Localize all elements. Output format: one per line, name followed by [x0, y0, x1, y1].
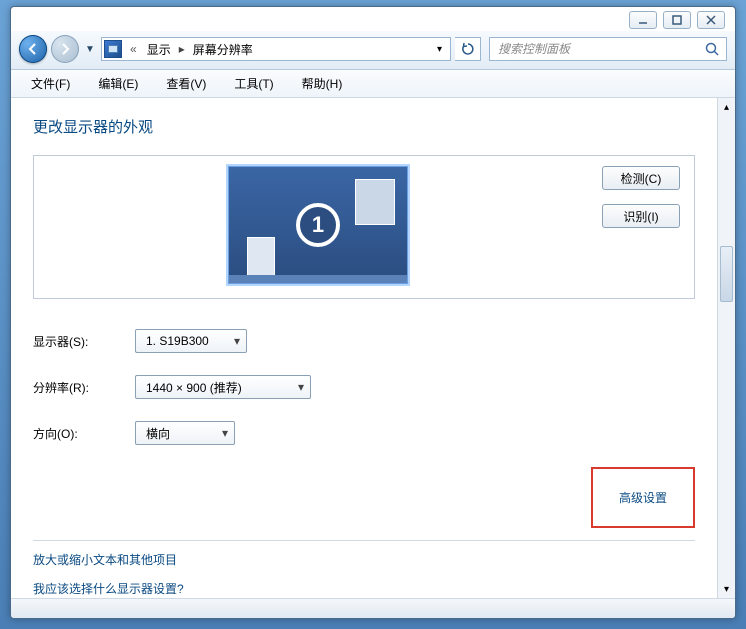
- chevron-right-icon[interactable]: ▸: [175, 42, 189, 56]
- display-label: 显示器(S):: [33, 333, 135, 350]
- monitor-1-preview[interactable]: 1: [228, 166, 408, 284]
- search-icon[interactable]: [704, 41, 720, 57]
- back-button[interactable]: [19, 35, 47, 63]
- maximize-button[interactable]: [663, 11, 691, 29]
- zoom-text-link[interactable]: 放大或缩小文本和其他项目: [33, 551, 695, 568]
- chevron-down-icon: ▾: [298, 380, 304, 394]
- refresh-button[interactable]: [455, 37, 481, 61]
- window-caption: [11, 7, 735, 31]
- search-input[interactable]: [496, 41, 704, 57]
- resolution-dropdown[interactable]: 1440 × 900 (推荐) ▾: [135, 375, 311, 399]
- monitor-number-badge: 1: [296, 203, 340, 247]
- footer-links: 放大或缩小文本和其他项目 我应该选择什么显示器设置?: [33, 551, 695, 597]
- display-settings-form: 显示器(S): 1. S19B300 ▾ 分辨率(R): 1440 × 900 …: [33, 329, 695, 445]
- page-content: 更改显示器的外观 1 检测(C) 识别(I) 显示器(S): [11, 98, 717, 598]
- menu-view[interactable]: 查看(V): [152, 71, 220, 96]
- content-area: 更改显示器的外观 1 检测(C) 识别(I) 显示器(S): [11, 98, 735, 598]
- chevron-down-icon: ▾: [222, 426, 228, 440]
- breadcrumb-overflow-icon[interactable]: «: [124, 42, 143, 56]
- display-value: 1. S19B300: [146, 334, 209, 348]
- control-panel-icon: [104, 40, 122, 58]
- scroll-up-icon[interactable]: ▴: [718, 98, 735, 116]
- menu-tools[interactable]: 工具(T): [220, 71, 287, 96]
- orientation-label: 方向(O):: [33, 425, 135, 442]
- separator: [33, 540, 695, 541]
- control-panel-window: ▼ « 显示 ▸ 屏幕分辨率 ▾ 文件(F) 编辑(E): [10, 6, 736, 619]
- breadcrumb-resolution[interactable]: 屏幕分辨率: [189, 41, 257, 58]
- chevron-down-icon: ▾: [234, 334, 240, 348]
- vertical-scrollbar[interactable]: ▴ ▾: [717, 98, 735, 598]
- menu-file[interactable]: 文件(F): [17, 71, 84, 96]
- page-title: 更改显示器的外观: [33, 116, 695, 137]
- navigation-bar: ▼ « 显示 ▸ 屏幕分辨率 ▾: [11, 31, 735, 70]
- scroll-down-icon[interactable]: ▾: [718, 580, 735, 598]
- which-settings-link[interactable]: 我应该选择什么显示器设置?: [33, 580, 695, 597]
- preview-window2-icon: [247, 237, 275, 277]
- row-resolution: 分辨率(R): 1440 × 900 (推荐) ▾: [33, 375, 695, 399]
- status-bar: [11, 598, 735, 618]
- monitor-preview-area[interactable]: 1: [48, 166, 588, 284]
- menu-edit[interactable]: 编辑(E): [84, 71, 152, 96]
- row-orientation: 方向(O): 横向 ▾: [33, 421, 695, 445]
- menu-bar: 文件(F) 编辑(E) 查看(V) 工具(T) 帮助(H): [11, 70, 735, 98]
- address-dropdown-icon[interactable]: ▾: [430, 38, 448, 60]
- identify-button[interactable]: 识别(I): [602, 204, 680, 228]
- orientation-dropdown[interactable]: 横向 ▾: [135, 421, 235, 445]
- forward-button[interactable]: [51, 35, 79, 63]
- orientation-value: 横向: [146, 425, 170, 442]
- monitor-side-buttons: 检测(C) 识别(I): [588, 166, 680, 284]
- preview-taskbar-icon: [229, 275, 407, 283]
- recent-locations-dropdown[interactable]: ▼: [83, 39, 97, 59]
- advanced-row: 高级设置: [33, 467, 695, 536]
- advanced-settings-link[interactable]: 高级设置: [591, 467, 695, 528]
- close-button[interactable]: [697, 11, 725, 29]
- search-box[interactable]: [489, 37, 727, 61]
- breadcrumb-display[interactable]: 显示: [143, 41, 175, 58]
- row-display: 显示器(S): 1. S19B300 ▾: [33, 329, 695, 353]
- scroll-track[interactable]: [718, 116, 735, 580]
- display-dropdown[interactable]: 1. S19B300 ▾: [135, 329, 247, 353]
- resolution-value: 1440 × 900 (推荐): [146, 379, 242, 396]
- preview-window-icon: [355, 179, 395, 225]
- minimize-button[interactable]: [629, 11, 657, 29]
- resolution-label: 分辨率(R):: [33, 379, 135, 396]
- monitor-arrangement-panel: 1 检测(C) 识别(I): [33, 155, 695, 299]
- address-bar[interactable]: « 显示 ▸ 屏幕分辨率 ▾: [101, 37, 451, 61]
- menu-help[interactable]: 帮助(H): [288, 71, 357, 96]
- scroll-thumb[interactable]: [720, 246, 733, 302]
- detect-button[interactable]: 检测(C): [602, 166, 680, 190]
